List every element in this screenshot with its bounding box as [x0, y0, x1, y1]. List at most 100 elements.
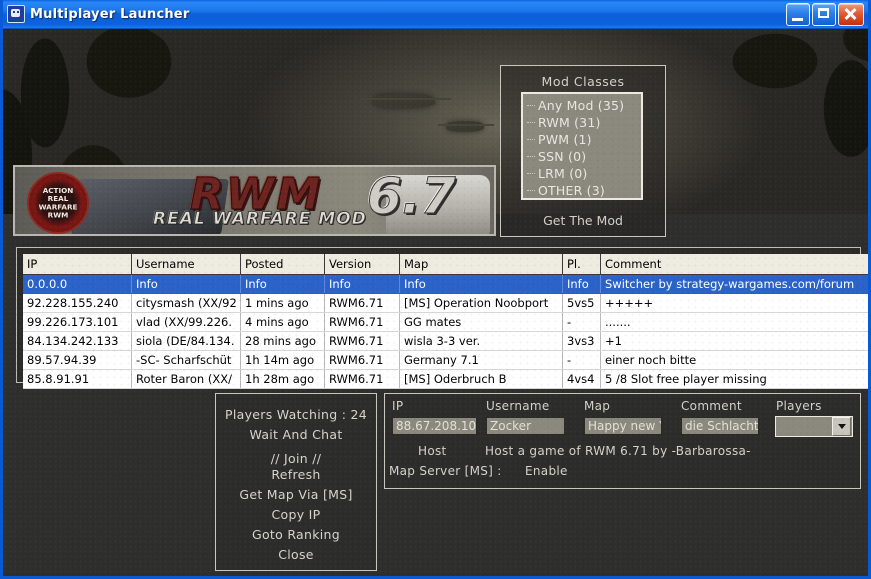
cell-posted: 1h 28m ago [240, 369, 325, 389]
username-input[interactable]: Zocker [485, 416, 566, 436]
column-header-posted[interactable]: Posted [240, 254, 325, 275]
table-header-row: IP Username Posted Version Map Pl. Comme… [23, 254, 868, 275]
client-area: ACTION REAL WARFARE RWM RWM 6.7 REAL WAR… [3, 29, 868, 576]
mod-class-item-ssn[interactable]: SSN (0) [527, 148, 641, 165]
cell-players: - [562, 312, 601, 332]
cell-ip: 89.57.94.39 [23, 350, 132, 370]
map-input[interactable]: Happy new Ye [583, 416, 663, 436]
table-row[interactable]: 99.226.173.101 vlad (XX/99.226. 4 mins a… [23, 312, 868, 332]
helicopter-icon [361, 94, 451, 108]
cell-comment: 5 /8 Slot free player missing [600, 369, 868, 389]
server-table-body: 0.0.0.0 Info Info Info Info Info Switche… [23, 274, 868, 389]
close-button-menu[interactable]: Close [278, 547, 314, 562]
map-server-enable-button[interactable]: Enable [525, 464, 568, 478]
mod-classes-list[interactable]: Any Mod (35) RWM (31) PWM (1) SSN (0) LR… [521, 92, 643, 200]
action-menu-panel: Players Watching : 24 Wait And Chat // J… [215, 393, 377, 571]
cell-version: RWM6.71 [324, 293, 400, 313]
comment-input[interactable]: die Schlachte [680, 416, 760, 436]
column-header-comment[interactable]: Comment [600, 254, 868, 275]
tree-dash-icon [527, 172, 535, 175]
mod-class-item-rwm[interactable]: RWM (31) [527, 114, 641, 131]
mod-class-label: Any Mod (35) [538, 98, 625, 113]
players-label: Players [776, 399, 822, 413]
join-button[interactable]: // Join // [271, 451, 322, 466]
table-row[interactable]: 85.8.91.91 Roter Baron (XX/ 1h 28m ago R… [23, 369, 868, 389]
players-select[interactable] [775, 416, 853, 437]
map-label: Map [584, 399, 611, 413]
column-header-version[interactable]: Version [324, 254, 400, 275]
tree-dash-icon [527, 155, 535, 158]
cell-comment: Switcher by strategy-wargames.com/forum [600, 274, 868, 294]
column-header-ip[interactable]: IP [23, 254, 132, 275]
column-header-players[interactable]: Pl. [562, 254, 601, 275]
tree-dash-icon [527, 104, 535, 107]
players-watching-label: Players Watching : 24 [225, 407, 367, 422]
username-label: Username [486, 399, 550, 413]
cell-ip: 84.134.242.133 [23, 331, 132, 351]
mod-class-item-any[interactable]: Any Mod (35) [527, 97, 641, 114]
map-server-label: Map Server [MS] : [389, 464, 502, 478]
table-row[interactable]: 92.228.155.240 citysmash (XX/92 1 mins a… [23, 293, 868, 313]
cell-comment: ....... [600, 312, 868, 332]
rwm-logo-banner: ACTION REAL WARFARE RWM RWM 6.7 REAL WAR… [13, 165, 496, 236]
cell-posted: 4 mins ago [240, 312, 325, 332]
cell-username: vlad (XX/99.226. [131, 312, 241, 332]
mod-class-item-other[interactable]: OTHER (3) [527, 182, 641, 199]
rwm-badge-label: ACTION REAL WARFARE RWM [38, 186, 78, 220]
host-button[interactable]: Host [418, 444, 447, 458]
window-controls [786, 3, 864, 26]
cell-comment: einer noch bitte [600, 350, 868, 370]
cell-version: RWM6.71 [324, 331, 400, 351]
table-row[interactable]: 89.57.94.39 -SC- Scharfschüt 1h 14m ago … [23, 350, 868, 370]
title-bar: Multiplayer Launcher [3, 0, 868, 29]
copy-ip-button[interactable]: Copy IP [271, 507, 320, 522]
foliage-right-decoration [718, 29, 868, 194]
ip-input[interactable]: 88.67.208.10 [391, 416, 478, 436]
cell-players: 5vs5 [562, 293, 601, 313]
host-game-panel: IP Username Map Comment Players 88.67.20… [384, 393, 861, 489]
mod-class-label: SSN (0) [538, 149, 587, 164]
cell-version: Info [324, 274, 400, 294]
mod-class-label: LRM (0) [538, 166, 588, 181]
cell-players: 4vs4 [562, 369, 601, 389]
cell-username: Roter Baron (XX/ [131, 369, 241, 389]
goto-ranking-button[interactable]: Goto Ranking [252, 527, 340, 542]
cell-version: RWM6.71 [324, 312, 400, 332]
cell-map: [MS] Operation Noobport [399, 293, 563, 313]
server-list-panel: IP Username Posted Version Map Pl. Comme… [16, 247, 868, 389]
refresh-button[interactable]: Refresh [271, 467, 320, 482]
get-map-button[interactable]: Get Map Via [MS] [239, 487, 352, 502]
cell-players: 3vs3 [562, 331, 601, 351]
helicopter-icon [438, 121, 494, 132]
get-the-mod-button[interactable]: Get The Mod [501, 213, 665, 228]
app-window: Multiplayer Launcher ACTION REAL WARFARE… [0, 0, 871, 579]
mod-class-item-lrm[interactable]: LRM (0) [527, 165, 641, 182]
column-header-username[interactable]: Username [131, 254, 241, 275]
maximize-button[interactable] [812, 3, 836, 26]
app-icon [7, 5, 25, 23]
logo-version-text: 6.7 [367, 167, 457, 226]
cell-players: - [562, 350, 601, 370]
tree-dash-icon [527, 121, 535, 124]
cell-ip: 92.228.155.240 [23, 293, 132, 313]
ip-label: IP [392, 399, 404, 413]
cell-posted: 1h 14m ago [240, 350, 325, 370]
wait-and-chat-button[interactable]: Wait And Chat [249, 427, 342, 442]
rwm-badge-icon: ACTION REAL WARFARE RWM [27, 172, 89, 234]
server-table-head: IP Username Posted Version Map Pl. Comme… [23, 254, 868, 275]
cell-map: Info [399, 274, 563, 294]
table-row[interactable]: 84.134.242.133 siola (DE/84.134. 28 mins… [23, 331, 868, 351]
mod-classes-panel: Mod Classes Any Mod (35) RWM (31) PWM (1… [500, 65, 666, 237]
cell-username: -SC- Scharfschüt [131, 350, 241, 370]
cell-players: Info [562, 274, 601, 294]
server-table[interactable]: IP Username Posted Version Map Pl. Comme… [23, 254, 868, 389]
minimize-button[interactable] [786, 3, 810, 26]
cell-map: GG mates [399, 312, 563, 332]
mod-class-item-pwm[interactable]: PWM (1) [527, 131, 641, 148]
column-header-map[interactable]: Map [399, 254, 563, 275]
comment-label: Comment [681, 399, 742, 413]
chevron-down-icon[interactable] [832, 417, 851, 436]
table-row[interactable]: 0.0.0.0 Info Info Info Info Info Switche… [23, 274, 868, 294]
cell-posted: 28 mins ago [240, 331, 325, 351]
close-button[interactable] [838, 3, 864, 26]
